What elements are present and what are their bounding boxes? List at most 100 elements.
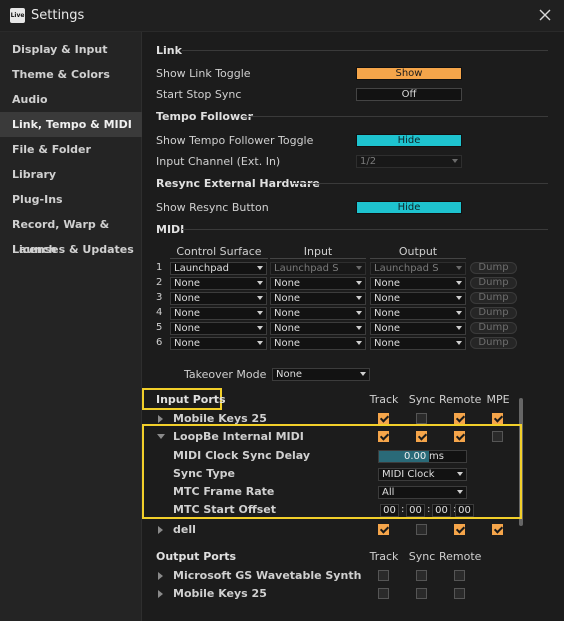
midi-output-select-2[interactable]: None: [370, 277, 466, 290]
mtc-offset-hours[interactable]: 00: [380, 504, 399, 517]
midi-output-select-5[interactable]: None: [370, 322, 466, 335]
input-channel-value: 1/2: [360, 156, 377, 167]
time-separator: :: [427, 504, 431, 515]
collapse-triangle-icon[interactable]: [157, 434, 165, 439]
control-surface-value: Launchpad: [174, 263, 230, 274]
control-surface-select-2[interactable]: None: [170, 277, 267, 290]
start-stop-sync-label: Start Stop Sync: [156, 88, 242, 101]
track-checkbox[interactable]: [378, 431, 389, 442]
control-surface-select-3[interactable]: None: [170, 292, 267, 305]
sidebar-item-theme-colors[interactable]: Theme & Colors: [0, 62, 142, 87]
mtc-offset-minutes[interactable]: 00: [406, 504, 425, 517]
chevron-down-icon: [356, 311, 362, 315]
mtc-offset-seconds[interactable]: 00: [432, 504, 451, 517]
midi-input-select-3[interactable]: None: [270, 292, 366, 305]
sidebar-item-plug-ins[interactable]: Plug-Ins: [0, 187, 142, 212]
column-divider: [370, 258, 466, 259]
expand-triangle-icon[interactable]: [158, 415, 163, 423]
sync-column-header: Sync: [408, 393, 436, 406]
chevron-down-icon: [457, 472, 463, 476]
expand-triangle-icon[interactable]: [158, 590, 163, 598]
midi-row-number: 6: [156, 337, 163, 348]
midi-row-number: 3: [156, 292, 163, 303]
chevron-down-icon: [452, 159, 458, 163]
sidebar-item-audio[interactable]: Audio: [0, 87, 142, 112]
output-port-name: Microsoft GS Wavetable Synth: [173, 569, 362, 582]
control-surface-select-5[interactable]: None: [170, 322, 267, 335]
control-surface-select-4[interactable]: None: [170, 307, 267, 320]
sidebar-item-file-folder[interactable]: File & Folder: [0, 137, 142, 162]
takeover-mode-select[interactable]: None: [272, 368, 370, 381]
track-checkbox[interactable]: [378, 413, 389, 424]
sync-type-select[interactable]: MIDI Clock: [378, 468, 467, 481]
remote-checkbox[interactable]: [454, 570, 465, 581]
sidebar-item-licenses-updates[interactable]: Licenses & Updates: [0, 237, 142, 262]
sync-checkbox[interactable]: [416, 413, 427, 424]
track-checkbox[interactable]: [378, 524, 389, 535]
midi-input-select-2[interactable]: None: [270, 277, 366, 290]
control-surface-select-6[interactable]: None: [170, 337, 267, 350]
show-tempo-follower-toggle-button[interactable]: Hide: [356, 134, 462, 147]
dump-button-6[interactable]: Dump: [470, 337, 517, 349]
control-surface-select-1[interactable]: Launchpad: [170, 262, 267, 275]
dump-button-2[interactable]: Dump: [470, 277, 517, 289]
midi-input-select-5[interactable]: None: [270, 322, 366, 335]
remote-checkbox[interactable]: [454, 588, 465, 599]
sync-checkbox[interactable]: [416, 524, 427, 535]
track-checkbox[interactable]: [378, 588, 389, 599]
section-divider: [292, 183, 548, 184]
midi-input-select-4[interactable]: None: [270, 307, 366, 320]
show-resync-button[interactable]: Hide: [356, 201, 462, 214]
mpe-checkbox[interactable]: [492, 431, 503, 442]
chevron-down-icon: [356, 266, 362, 270]
sidebar-item-record-warp-launch[interactable]: Record, Warp & Launch: [0, 212, 142, 256]
settings-sidebar: Display & Input Theme & Colors Audio Lin…: [0, 32, 142, 621]
midi-output-select-4[interactable]: None: [370, 307, 466, 320]
midi-input-select-6[interactable]: None: [270, 337, 366, 350]
dump-button-5[interactable]: Dump: [470, 322, 517, 334]
chevron-down-icon: [456, 341, 462, 345]
mtc-start-offset-label: MTC Start Offset: [173, 503, 276, 516]
close-icon[interactable]: [536, 6, 554, 24]
expand-triangle-icon[interactable]: [158, 526, 163, 534]
sync-checkbox[interactable]: [416, 431, 427, 442]
input-port-name: LoopBe Internal MIDI: [173, 430, 304, 443]
start-stop-sync-button[interactable]: Off: [356, 88, 462, 101]
midi-output-select-6[interactable]: None: [370, 337, 466, 350]
mpe-checkbox[interactable]: [492, 524, 503, 535]
expand-triangle-icon[interactable]: [158, 572, 163, 580]
output-ports-header: Output Ports: [156, 550, 237, 563]
delay-value: 0.00: [404, 451, 427, 462]
window-title: Settings: [31, 8, 85, 23]
input-channel-select[interactable]: 1/2: [356, 155, 462, 168]
midi-output-value: Launchpad S: [374, 263, 439, 274]
track-checkbox[interactable]: [378, 570, 389, 581]
show-link-toggle-button[interactable]: Show: [356, 67, 462, 80]
dump-button-4[interactable]: Dump: [470, 307, 517, 319]
sync-checkbox[interactable]: [416, 588, 427, 599]
sidebar-item-display-input[interactable]: Display & Input: [0, 37, 142, 62]
dump-button-1[interactable]: Dump: [470, 262, 517, 274]
show-link-toggle-label: Show Link Toggle: [156, 67, 251, 80]
input-channel-label: Input Channel (Ext. In): [156, 155, 281, 168]
sidebar-item-link-tempo-midi[interactable]: Link, Tempo & MIDI: [0, 112, 142, 137]
midi-output-select-1[interactable]: Launchpad S: [370, 262, 466, 275]
title-bar: Live Settings: [0, 0, 564, 32]
midi-input-value: None: [274, 308, 301, 319]
midi-output-select-3[interactable]: None: [370, 292, 466, 305]
sync-type-value: MIDI Clock: [382, 469, 435, 480]
midi-row-number: 4: [156, 307, 163, 318]
remote-checkbox[interactable]: [454, 413, 465, 424]
sidebar-item-library[interactable]: Library: [0, 162, 142, 187]
midi-clock-sync-delay-field[interactable]: 0.00 ms: [378, 450, 467, 463]
remote-checkbox[interactable]: [454, 524, 465, 535]
chevron-down-icon: [457, 490, 463, 494]
mtc-frame-rate-select[interactable]: All: [378, 486, 467, 499]
mpe-checkbox[interactable]: [492, 413, 503, 424]
dump-button-3[interactable]: Dump: [470, 292, 517, 304]
remote-checkbox[interactable]: [454, 431, 465, 442]
sync-checkbox[interactable]: [416, 570, 427, 581]
midi-input-select-1[interactable]: Launchpad S: [270, 262, 366, 275]
section-divider: [242, 116, 548, 117]
mtc-offset-frames[interactable]: 00: [455, 504, 474, 517]
